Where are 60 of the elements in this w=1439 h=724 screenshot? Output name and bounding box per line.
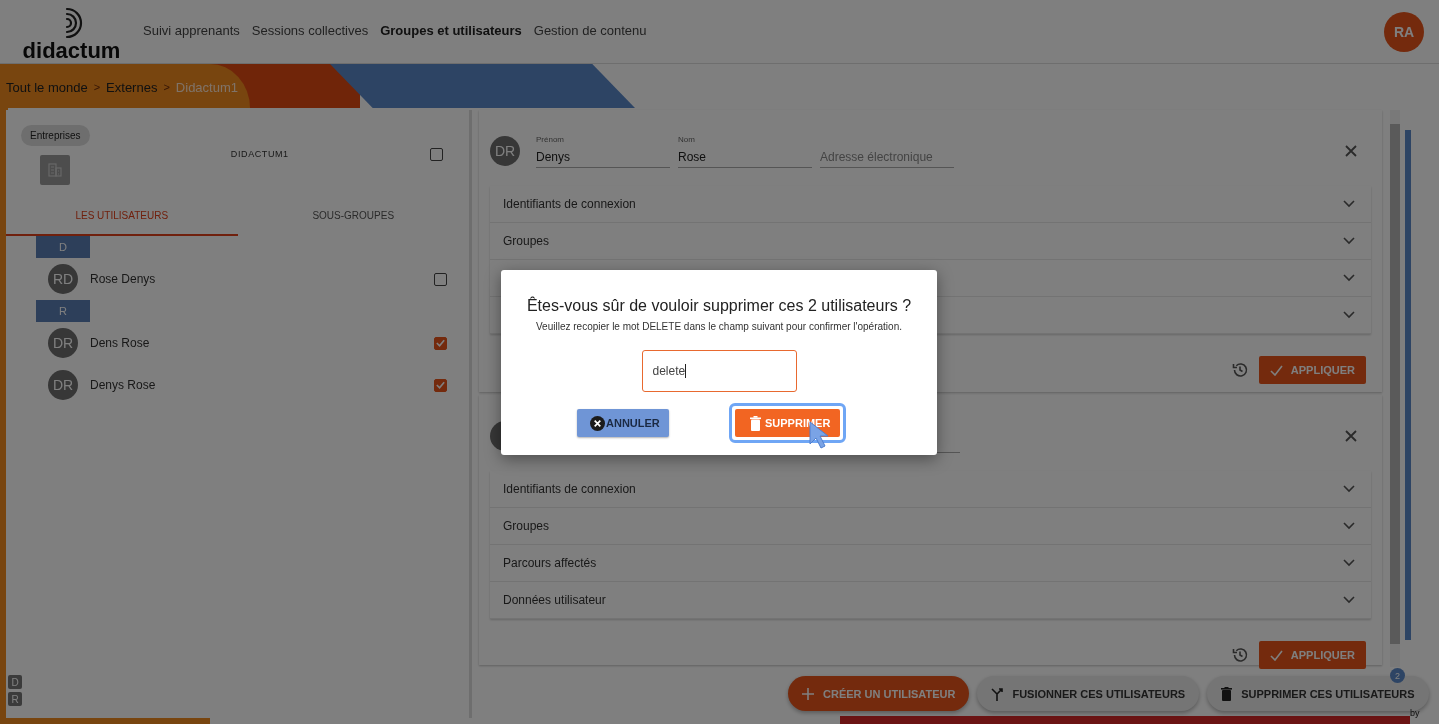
breadcrumb-link[interactable]: Tout le monde (6, 79, 88, 95)
user-avatar[interactable]: RA (1384, 11, 1424, 52)
accordion-row[interactable]: Identifiants de connexion (490, 186, 1371, 223)
accordion-row[interactable]: Données utilisateur (490, 582, 1371, 619)
history-icon[interactable] (1230, 361, 1249, 379)
cancel-button[interactable]: ANNULER (577, 409, 669, 437)
checkbox[interactable] (430, 148, 443, 161)
scrollbar[interactable] (1390, 110, 1400, 667)
trash-icon (750, 415, 761, 431)
text-field[interactable]: Prénom Denys (536, 135, 670, 168)
checkbox[interactable] (434, 378, 447, 392)
action-button[interactable]: FUSIONNER CES UTILISATEURS (977, 676, 1200, 711)
apply-button[interactable]: APPLIQUER (1258, 641, 1366, 669)
logo-text[interactable]: didactum (22, 39, 121, 62)
confirm-input[interactable]: delete (641, 350, 797, 392)
user-name[interactable]: Rose Denys (90, 272, 434, 286)
index-letter[interactable]: R (8, 692, 22, 706)
building-icon (40, 155, 71, 185)
dialog-message: Veuillez recopier le mot DELETE dans le champ suivant pour confirmer l'opération. (536, 321, 902, 332)
accordion-row[interactable]: Groupes (490, 508, 1371, 545)
group-name: DIDACTUM1 (229, 149, 290, 159)
index-letter[interactable]: D (8, 675, 22, 689)
checkbox[interactable] (434, 336, 447, 350)
close-icon[interactable] (1344, 144, 1358, 158)
merge-icon (991, 686, 1004, 701)
breadcrumb-link[interactable]: Externes (106, 79, 158, 95)
history-icon[interactable] (1230, 646, 1249, 664)
email-field[interactable]: Adresse électronique (820, 150, 954, 168)
dialog-title: Êtes-vous sûr de vouloir supprimer ces 2 utilisateurs ? (526, 297, 912, 315)
check-icon (1269, 364, 1283, 376)
footer-mark: by (1410, 708, 1420, 718)
user-avatar: RD (48, 264, 78, 294)
category-chip[interactable]: Entreprises (21, 125, 90, 146)
user-avatar: DR (48, 328, 78, 358)
tab[interactable]: SOUS-GROUPES (237, 196, 469, 236)
text-field[interactable]: Nom Rose (678, 135, 812, 168)
nav-link[interactable]: Groupes et utilisateurs (380, 23, 522, 38)
breadcrumb-separator: > (163, 81, 170, 93)
nav-link[interactable]: Suivi apprenants (143, 23, 240, 38)
nav-link[interactable]: Gestion de contenu (533, 23, 647, 38)
accordion-row[interactable]: Groupes (490, 223, 1371, 260)
letter-header: R (36, 300, 90, 322)
plus-icon (802, 687, 814, 700)
delete-button[interactable]: SUPPRIMER (735, 409, 840, 437)
accordion-row[interactable]: Identifiants de connexion (490, 471, 1371, 508)
user-name[interactable]: Dens Rose (90, 336, 434, 350)
nav-link[interactable]: Sessions collectives (251, 23, 369, 38)
check-icon (1269, 649, 1283, 661)
close-icon[interactable] (1344, 429, 1358, 443)
apply-button[interactable]: APPLIQUER (1258, 356, 1366, 384)
user-avatar: DR (48, 370, 78, 400)
breadcrumb-separator: > (93, 81, 101, 93)
user-name[interactable]: Denys Rose (90, 378, 434, 392)
letter-header: D (36, 236, 90, 258)
action-button[interactable]: CRÉER UN UTILISATEUR (788, 676, 970, 711)
trash-icon (1221, 686, 1233, 701)
close-icon (590, 415, 605, 431)
accordion-row[interactable]: Parcours affectés (490, 545, 1371, 582)
checkbox[interactable] (434, 272, 447, 286)
user-avatar: DR (490, 136, 520, 166)
